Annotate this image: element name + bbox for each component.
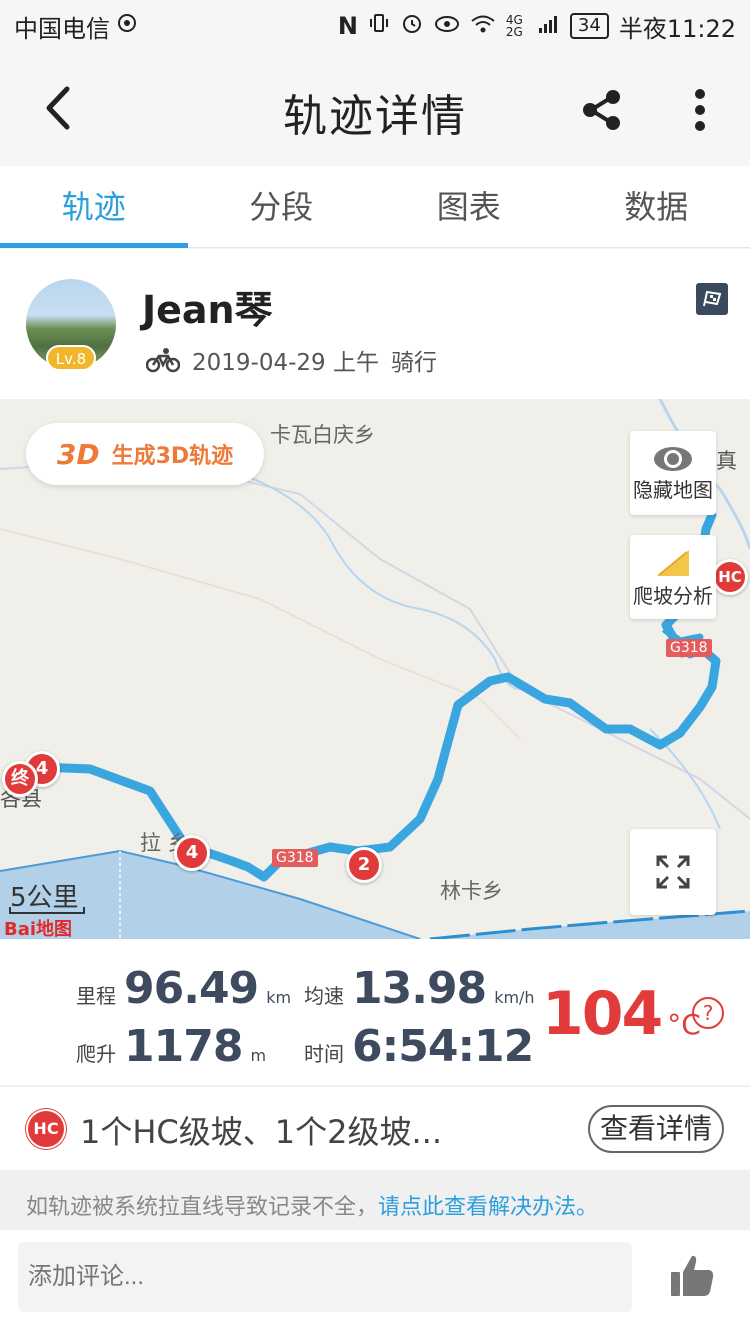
hide-map-button[interactable]: 隐藏地图 xyxy=(630,431,716,515)
stat-climb: 爬升 1178 m xyxy=(76,1021,266,1072)
tab-charts[interactable]: 图表 xyxy=(375,166,563,247)
route-marker-hc[interactable]: HC xyxy=(712,559,748,595)
activity-type: 骑行 xyxy=(390,350,437,376)
fullscreen-button[interactable] xyxy=(630,829,716,915)
route-marker-end[interactable]: 终 xyxy=(2,761,38,797)
network-type: 4G 2G xyxy=(505,13,523,39)
status-bar: 中国电信 N 4G 2G 34 半夜11:22 xyxy=(0,0,750,52)
climb-summary: HC 1个HC级坡、1个2级坡... 查看详情 xyxy=(0,1086,750,1170)
checkered-flag-icon xyxy=(703,290,722,307)
thumbs-up-icon xyxy=(671,1255,714,1296)
level-badge: Lv.8 xyxy=(46,345,96,371)
3d-label: 3D xyxy=(56,437,100,471)
stat-avg-speed-value: 13.98 xyxy=(352,963,487,1014)
comment-bar xyxy=(0,1230,750,1333)
map-place-zhen: 真 xyxy=(716,449,737,473)
stat-avg-speed-label: 均速 xyxy=(304,984,344,1008)
signal-icon xyxy=(538,12,560,40)
temperature: 104 °C xyxy=(542,979,701,1049)
view-details-button[interactable]: 查看详情 xyxy=(588,1105,724,1153)
alarm-icon xyxy=(400,11,424,41)
road-tag-g318-east: G318 xyxy=(666,639,712,657)
fullscreen-icon xyxy=(656,855,690,889)
slope-icon xyxy=(657,549,689,576)
climb-analysis-label: 爬坡分析 xyxy=(633,583,713,608)
generate-3d-label: 生成3D轨迹 xyxy=(111,444,234,469)
hc-badge: HC xyxy=(26,1109,66,1149)
road-tag-g318: G318 xyxy=(272,849,318,867)
stat-avg-speed: 均速 13.98 km/h xyxy=(304,963,535,1014)
more-options-button[interactable] xyxy=(676,80,724,140)
more-vert-icon xyxy=(695,89,705,131)
stat-time: 时间 6:54:12 xyxy=(304,1021,534,1072)
clock: 半夜11:22 xyxy=(618,14,736,43)
route-map[interactable]: 3D 生成3D轨迹 卡瓦白庆乡 真 拉 乡 林卡乡 各县 G318 G318 4… xyxy=(0,399,750,939)
hotspot-icon xyxy=(116,12,138,40)
route-marker-4[interactable]: 4 xyxy=(174,835,210,871)
stat-avg-speed-unit: km/h xyxy=(494,988,535,1007)
generate-3d-button[interactable]: 3D 生成3D轨迹 xyxy=(26,423,264,485)
nfc-icon: N xyxy=(337,12,358,40)
vibrate-icon xyxy=(368,12,390,40)
eye-icon xyxy=(434,12,460,40)
climb-analysis-button[interactable]: 爬坡分析 xyxy=(630,535,716,619)
tab-segments[interactable]: 分段 xyxy=(188,166,376,247)
route-marker-2[interactable]: 2 xyxy=(346,847,382,883)
like-button[interactable] xyxy=(668,1252,716,1300)
help-button[interactable]: ? xyxy=(692,997,724,1029)
stat-climb-value: 1178 xyxy=(124,1021,243,1072)
user-name[interactable]: Jean琴 xyxy=(142,279,273,334)
baidu-map-logo: Bai地图 xyxy=(4,919,73,939)
tab-track[interactable]: 轨迹 xyxy=(0,166,188,248)
stat-distance-unit: km xyxy=(266,988,292,1007)
map-place-linka: 林卡乡 xyxy=(440,879,503,903)
battery-indicator: 34 xyxy=(569,13,609,39)
map-scale: 5公里 xyxy=(10,883,79,913)
stat-distance: 里程 96.49 km xyxy=(76,963,291,1014)
hide-map-label: 隐藏地图 xyxy=(633,477,713,502)
stat-distance-value: 96.49 xyxy=(124,963,259,1014)
flag-button[interactable] xyxy=(696,283,728,315)
stat-time-label: 时间 xyxy=(304,1042,344,1066)
rider-profile: Lv.8 Jean琴 2019-04-29 上午 骑行 xyxy=(0,249,750,399)
map-place-kawa: 卡瓦白庆乡 xyxy=(270,423,375,447)
track-notice: 如轨迹被系统拉直线导致记录不全，请点此查看解决办法。 xyxy=(0,1170,750,1230)
wifi-icon xyxy=(470,12,496,40)
stat-time-value: 6:54:12 xyxy=(352,1021,534,1072)
stat-distance-label: 里程 xyxy=(76,984,116,1008)
app-header: 轨迹详情 xyxy=(0,52,750,166)
temperature-value: 104 xyxy=(542,979,663,1049)
comment-input[interactable] xyxy=(18,1242,632,1312)
tab-bar: 轨迹 分段 图表 数据 xyxy=(0,166,750,248)
bicycle-icon xyxy=(146,348,180,373)
notice-text: 如轨迹被系统拉直线导致记录不全， xyxy=(26,1195,379,1220)
share-icon xyxy=(583,90,620,130)
share-button[interactable] xyxy=(572,80,632,140)
stat-climb-label: 爬升 xyxy=(76,1042,116,1066)
page-title: 轨迹详情 xyxy=(283,91,467,142)
carrier-label: 中国电信 xyxy=(14,14,110,43)
ride-date: 2019-04-29 上午 xyxy=(192,350,379,376)
stat-climb-unit: m xyxy=(250,1046,267,1065)
eye-icon xyxy=(654,446,692,471)
notice-solution-link[interactable]: 请点此查看解决办法。 xyxy=(378,1195,598,1220)
ride-stats: 里程 96.49 km 均速 13.98 km/h 爬升 1178 m 时间 6… xyxy=(0,939,750,1085)
ride-meta: 2019-04-29 上午 骑行 xyxy=(146,343,437,377)
climb-summary-text: 1个HC级坡、1个2级坡... xyxy=(80,1113,443,1151)
tab-data[interactable]: 数据 xyxy=(563,166,750,247)
